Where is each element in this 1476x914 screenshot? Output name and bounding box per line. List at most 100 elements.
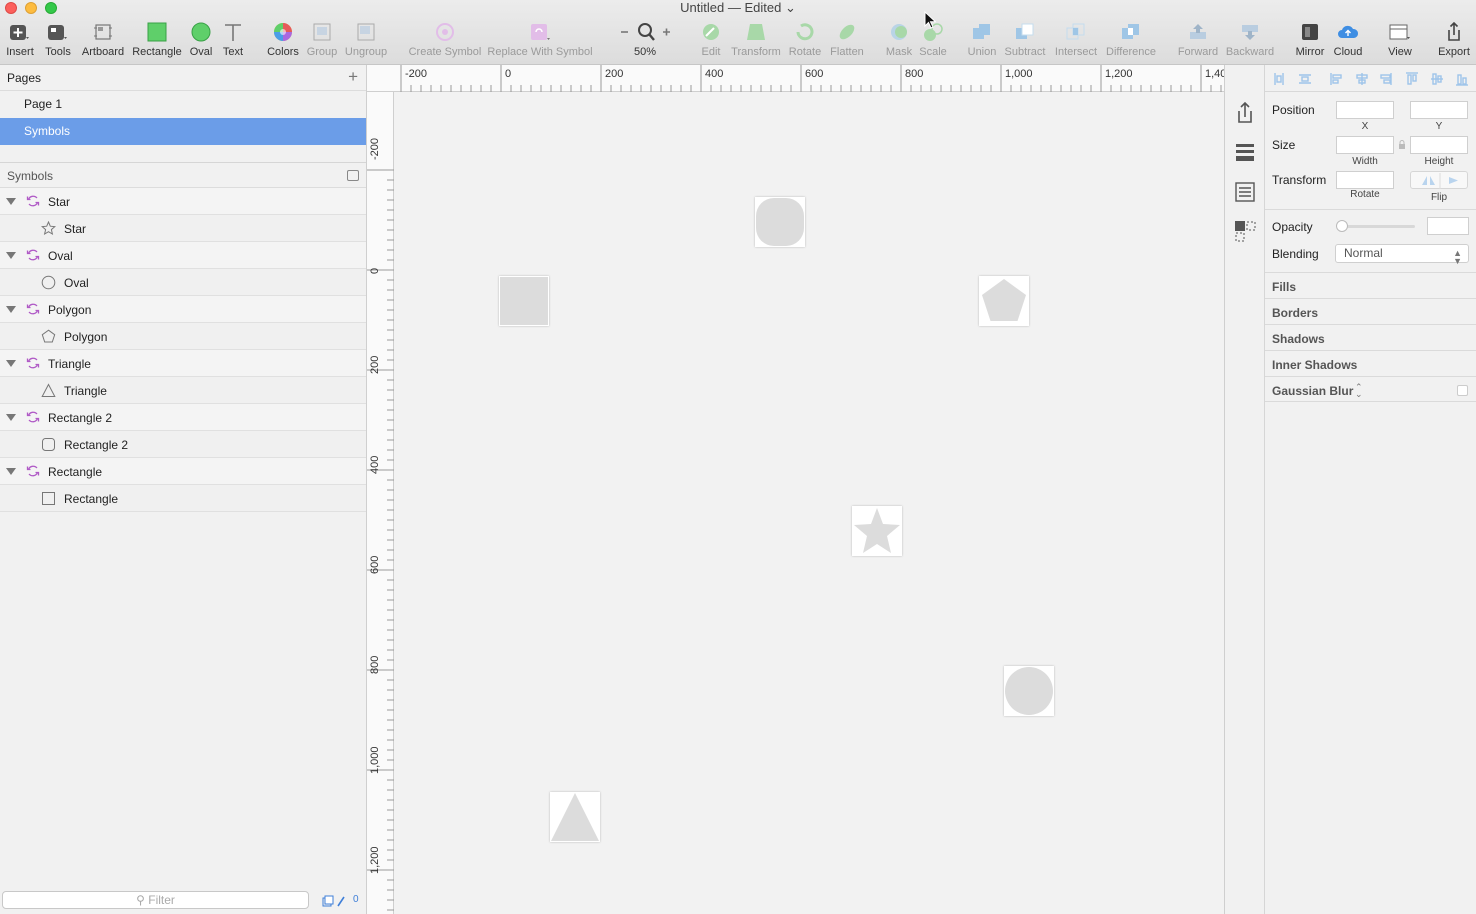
filter-options-icon[interactable] [322,894,352,908]
rotate-input[interactable] [1336,171,1394,189]
disclosure-triangle-icon[interactable] [6,360,16,367]
ruler-label: 400 [369,455,381,474]
oval-button[interactable]: Oval [188,20,214,62]
position-x-input[interactable] [1336,101,1394,119]
share-icon[interactable] [1233,101,1257,125]
opacity-slider-track[interactable] [1341,225,1415,228]
symbol-artboard-triangle[interactable] [550,792,600,842]
symbol-icon [26,357,40,369]
layer-name: Rectangle 2 [48,411,113,425]
disclosure-triangle-icon[interactable] [6,468,16,475]
symbol-icon [26,303,40,315]
layer-name: Rectangle [48,465,103,479]
colors-button[interactable]: Colors [265,20,301,62]
document-list-icon[interactable] [1233,180,1257,204]
mask-button[interactable]: Mask [884,20,914,62]
add-page-icon[interactable]: + [348,67,358,87]
ruler-label: 600 [805,68,824,80]
symbol-artboard-polygon[interactable] [979,276,1029,326]
transform-button[interactable]: Transform [730,20,782,62]
inner-shadows-section[interactable]: Inner Shadows [1265,350,1476,376]
ruler-label: 1,000 [369,746,381,774]
layer-star[interactable]: Star [0,215,366,242]
intersect-button[interactable]: Intersect [1053,20,1099,62]
flatten-icon [839,24,855,40]
layer-symbol-triangle[interactable]: Triangle [0,350,366,377]
layers-stack-icon[interactable] [1233,140,1257,164]
forward-button[interactable]: Forward [1177,20,1219,62]
disclosure-triangle-icon[interactable] [6,252,16,259]
opacity-slider-thumb[interactable] [1336,220,1348,232]
artboard-button[interactable]: Artboard [80,20,126,62]
layer-rectangle[interactable]: Rectangle [0,485,366,512]
symbol-artboard-oval-1[interactable] [755,197,805,247]
rectangle-button[interactable]: Rectangle [131,20,183,62]
height-input[interactable] [1410,136,1468,154]
cloud-button[interactable]: Cloud [1332,20,1364,62]
symbol-artboard-oval-2[interactable] [1004,666,1054,716]
opacity-input[interactable] [1427,217,1469,235]
text-icon [225,24,241,41]
ruler-label: 200 [605,68,624,80]
chevron-down-icon[interactable]: ⌄ [785,0,796,15]
group-button[interactable]: Group [305,20,339,62]
replace-with-symbol-button[interactable]: Replace With Symbol [487,20,593,62]
layer-symbol-rectangle-2[interactable]: Rectangle 2 [0,404,366,431]
layer-triangle[interactable]: Triangle [0,377,366,404]
tools-button[interactable]: Tools [42,20,74,62]
intersect-icon [1066,23,1085,40]
lock-icon[interactable] [1398,140,1406,150]
layer-oval[interactable]: Oval [0,269,366,296]
symbol-artboard-rectangle[interactable] [499,276,549,326]
fills-section[interactable]: Fills [1265,272,1476,298]
symbol-artboard-star[interactable] [852,506,902,556]
gaussian-blur-section[interactable]: Gaussian Blur ⌃ ⌄ [1265,376,1476,402]
layer-filter-input[interactable]: ⚲ Filter [2,891,309,909]
layer-symbol-rectangle[interactable]: Rectangle [0,458,366,485]
vertical-ruler[interactable]: -200 0 200 400 600 800 1,000 1,200 [367,92,394,914]
layer-rectangle-2[interactable]: Rectangle 2 [0,431,366,458]
mirror-button[interactable]: Mirror [1292,20,1328,62]
disclosure-triangle-icon[interactable] [6,306,16,313]
rotate-button[interactable]: Rotate [787,20,823,62]
window-title: Untitled — Edited ⌄ [680,0,796,15]
flip-control[interactable] [1410,171,1468,189]
collapse-all-icon[interactable] [347,170,359,181]
create-symbol-button[interactable]: Create Symbol [407,20,483,62]
layer-name: Polygon [64,330,108,344]
union-button[interactable]: Union [966,20,998,62]
edit-button[interactable]: Edit [698,20,724,62]
gaussian-blur-checkbox[interactable] [1457,385,1468,396]
size-label: Size [1272,138,1296,152]
horizontal-ruler[interactable]: -200 0 200 400 600 800 1,000 1,200 1,40 [367,65,1226,92]
width-input[interactable] [1336,136,1394,154]
difference-button[interactable]: Difference [1104,20,1158,62]
disclosure-triangle-icon[interactable] [6,414,16,421]
export-button[interactable]: Export [1436,20,1472,62]
layer-symbol-polygon[interactable]: Polygon [0,296,366,323]
canvas[interactable] [394,92,1224,914]
blur-type-chevron-icon[interactable]: ⌃ ⌄ [1355,383,1363,399]
flatten-button[interactable]: Flatten [828,20,866,62]
zoom-control[interactable]: 50% [614,20,676,62]
page-item-symbols[interactable]: Symbols [0,118,366,145]
layer-symbol-oval[interactable]: Oval [0,242,366,269]
ungroup-button[interactable]: Ungroup [344,20,388,62]
insert-button[interactable]: Insert [3,20,37,62]
symbol-override-icon[interactable] [1233,219,1257,243]
ruler-label: -200 [405,68,428,80]
alignment-icons[interactable] [1271,70,1471,88]
view-button[interactable]: View [1382,20,1418,62]
filter-count: 0 [353,894,359,905]
layer-polygon[interactable]: Polygon [0,323,366,350]
subtract-button[interactable]: Subtract [1002,20,1048,62]
text-button[interactable]: Text [220,20,246,62]
layer-symbol-star[interactable]: Star [0,188,366,215]
page-item-page-1[interactable]: Page 1 [0,91,366,118]
backward-button[interactable]: Backward [1224,20,1276,62]
blending-mode-select[interactable]: Normal ▲ ▼ [1335,244,1469,266]
disclosure-triangle-icon[interactable] [6,198,16,205]
position-y-input[interactable] [1410,101,1468,119]
borders-section[interactable]: Borders [1265,298,1476,324]
shadows-section[interactable]: Shadows [1265,324,1476,350]
